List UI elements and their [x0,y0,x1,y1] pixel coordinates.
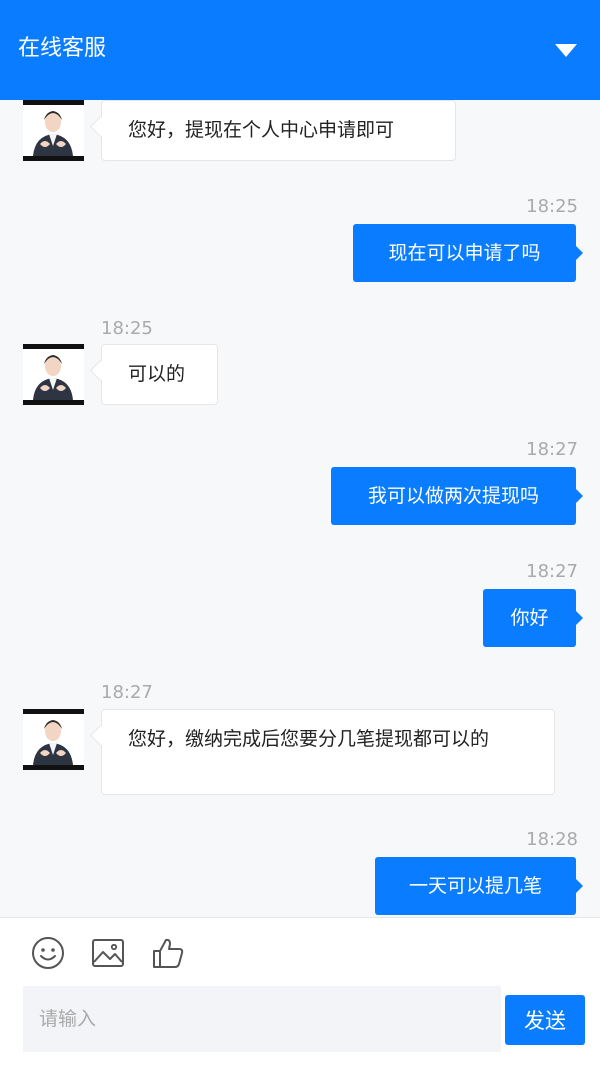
message-timestamp: 18:27 [101,682,153,703]
send-button[interactable]: 发送 [505,995,585,1045]
message-text: 您好，缴纳完成后您要分几笔提现都可以的 [128,728,490,750]
agent-avatar [23,100,84,161]
triangle-down-icon[interactable] [554,42,578,58]
image-icon[interactable] [91,936,125,970]
message-text: 现在可以申请了吗 [388,242,541,264]
input-toolbar: 发送 [0,917,600,1068]
message-timestamp: 18:27 [526,561,578,582]
agent-message: 您好，提现在个人中心申请即可 [101,100,456,161]
message-timestamp: 18:28 [526,829,578,850]
message-text: 可以的 [128,363,186,385]
agent-avatar [23,344,84,405]
message-text: 你好 [510,607,549,629]
agent-message: 您好，缴纳完成后您要分几笔提现都可以的 [101,709,555,795]
user-message: 现在可以申请了吗 [353,224,583,282]
message-input[interactable] [23,986,501,1052]
agent-avatar [23,709,84,770]
message-timestamp: 18:25 [101,318,153,339]
message-timestamp: 18:27 [526,439,578,460]
user-message: 一天可以提几笔 [375,857,583,915]
thumbs-up-icon[interactable] [151,936,185,970]
message-text: 我可以做两次提现吗 [367,485,539,507]
smiley-icon[interactable] [31,936,65,970]
chat-area[interactable]: 您好，提现在个人中心申请即可 18:25 现在可以申请了吗 18:25 可以的 … [0,100,600,917]
header-bar: 在线客服 [0,0,600,100]
message-timestamp: 18:25 [526,196,578,217]
page-title: 在线客服 [18,36,107,61]
message-text: 您好，提现在个人中心申请即可 [128,119,395,141]
message-text: 一天可以提几笔 [408,875,542,897]
agent-message: 可以的 [101,344,218,405]
user-message: 你好 [483,589,583,647]
user-message: 我可以做两次提现吗 [331,467,583,525]
